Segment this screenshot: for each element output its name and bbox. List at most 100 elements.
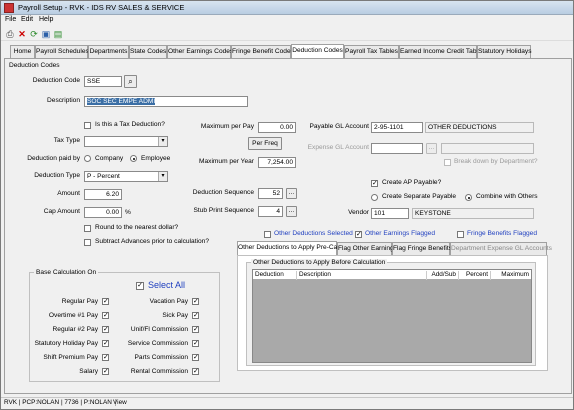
payable-gl-input[interactable]: 2-95-1101: [371, 122, 423, 133]
tab-payroll-schedules[interactable]: Payroll Schedules: [35, 45, 89, 58]
base-regular2-checkbox[interactable]: ✓: [102, 326, 109, 333]
base-parts-commission-checkbox[interactable]: ✓: [192, 354, 199, 361]
base-salary-checkbox[interactable]: ✓: [102, 368, 109, 375]
create-separate-radio[interactable]: [371, 194, 378, 201]
subtab-flag-fringe-benefits[interactable]: Flag Fringe Benefits: [392, 242, 452, 255]
base-regular2-label: Regular #2 Pay: [52, 326, 98, 333]
max-per-year-input[interactable]: 7,254.00: [258, 157, 296, 168]
max-per-year-label: Maximum per Year: [199, 158, 254, 165]
save-icon[interactable]: ▣: [41, 29, 51, 39]
status-session: RVK | PCP:NOLAN | 7736 | P:NOLAN: [4, 399, 116, 406]
employee-radio[interactable]: [130, 155, 137, 162]
deduction-sequence-button[interactable]: ...: [286, 188, 297, 199]
payable-gl-description: OTHER DEDUCTIONS: [425, 122, 534, 133]
pre-calc-group: Other Deductions to Apply Before Calcula…: [246, 259, 536, 366]
col-description[interactable]: Description: [297, 271, 427, 280]
pre-calc-grid[interactable]: Deduction Description Add/Sub Percent Ma…: [252, 269, 532, 363]
base-sick-checkbox[interactable]: ✓: [192, 312, 199, 319]
deduction-type-label: Deduction Type: [34, 172, 80, 179]
stub-print-button[interactable]: ...: [286, 206, 297, 217]
menu-file[interactable]: File: [5, 16, 16, 23]
subtract-advances-label: Subtract Advances prior to calculation?: [95, 238, 209, 245]
menu-edit[interactable]: Edit: [21, 16, 33, 23]
description-input[interactable]: SOC SEC EMPE ADMI: [84, 96, 248, 107]
base-overtime-checkbox[interactable]: ✓: [102, 312, 109, 319]
expense-gl-description: [441, 143, 534, 154]
deduction-sequence-input[interactable]: 52: [258, 188, 283, 199]
combine-label: Combine with Others: [476, 193, 538, 200]
tax-deduction-label: Is this a Tax Deduction?: [95, 121, 165, 128]
col-maximum[interactable]: Maximum: [491, 271, 531, 280]
title-bar: Payroll Setup - RVK - IDS RV SALES & SER…: [1, 1, 573, 15]
print-icon[interactable]: ⎙: [5, 29, 15, 39]
tab-earned-income-credit-table[interactable]: Earned Income Credit Table: [399, 45, 482, 58]
col-add-sub[interactable]: Add/Sub: [427, 271, 459, 280]
deduction-code-input[interactable]: SSE: [84, 76, 122, 87]
menu-bar: File Edit Help: [1, 15, 573, 26]
base-shift-premium-checkbox[interactable]: ✓: [102, 354, 109, 361]
base-service-commission-label: Service Commission: [127, 340, 188, 347]
col-percent[interactable]: Percent: [459, 271, 491, 280]
chevron-down-icon: ▾: [158, 172, 167, 181]
amount-label: Amount: [57, 190, 80, 197]
subtract-advances-checkbox[interactable]: [84, 239, 91, 246]
subtab-other-deductions[interactable]: Other Deductions to Apply Pre-Calc: [237, 241, 342, 255]
base-rental-commission-label: Rental Commission: [130, 368, 188, 375]
status-view[interactable]: View: [113, 399, 127, 406]
max-per-pay-input[interactable]: 0.00: [258, 122, 296, 133]
base-rental-commission-checkbox[interactable]: ✓: [192, 368, 199, 375]
base-stat-holiday-label: Statutory Holiday Pay: [34, 340, 98, 347]
lookup-search-icon[interactable]: ⌕: [124, 75, 137, 88]
col-deduction[interactable]: Deduction: [253, 271, 297, 280]
other-earnings-checkbox: ✓: [355, 231, 362, 238]
tab-state-codes[interactable]: State Codes: [129, 45, 167, 58]
create-ap-checkbox[interactable]: ✓: [371, 180, 378, 187]
round-label: Round to the nearest dollar?: [95, 224, 179, 231]
combine-radio[interactable]: [465, 194, 472, 201]
tab-deduction-codes[interactable]: Deduction Codes: [291, 44, 344, 58]
vendor-name: KEYSTONE: [412, 208, 534, 219]
cap-unit-label: %: [125, 209, 131, 216]
base-stat-holiday-checkbox[interactable]: ✓: [102, 340, 109, 347]
vendor-code-input[interactable]: 101: [371, 208, 409, 219]
other-deductions-checkbox: [264, 231, 271, 238]
cap-amount-input[interactable]: 0.00: [84, 207, 122, 218]
base-unif-commission-checkbox[interactable]: ✓: [192, 326, 199, 333]
deduction-type-select[interactable]: P - Percent ▾: [84, 171, 168, 182]
paid-by-label: Deduction paid by: [27, 155, 80, 162]
stub-print-input[interactable]: 4: [258, 206, 283, 217]
base-service-commission-checkbox[interactable]: ✓: [192, 340, 199, 347]
base-vacation-checkbox[interactable]: ✓: [192, 298, 199, 305]
tax-deduction-checkbox[interactable]: [84, 122, 91, 129]
company-radio[interactable]: [84, 155, 91, 162]
base-calc-group: Base Calculation On ✓ Select All Regular…: [29, 269, 220, 382]
menu-help[interactable]: Help: [39, 16, 53, 23]
subtab-department-expense-gl[interactable]: Department Expense GL Accounts: [450, 242, 552, 255]
delete-icon[interactable]: ✕: [17, 29, 27, 39]
tax-type-select[interactable]: ▾: [84, 136, 168, 147]
export-icon[interactable]: ▤: [53, 29, 63, 39]
tab-statutory-holidays[interactable]: Statutory Holidays: [477, 45, 532, 58]
select-all-checkbox[interactable]: ✓: [136, 282, 144, 290]
base-regular-pay-checkbox[interactable]: ✓: [102, 298, 109, 305]
expense-gl-lookup-button[interactable]: ...: [426, 143, 437, 154]
company-label: Company: [95, 155, 124, 162]
fringe-benefits-flag: Fringe Benefits Flagged: [467, 230, 538, 237]
stub-print-label: Stub Print Sequence: [193, 207, 254, 214]
expense-gl-input[interactable]: [371, 143, 423, 154]
break-down-label: Break down by Department?: [454, 158, 538, 165]
create-ap-label: Create AP Payable?: [382, 179, 442, 186]
refresh-icon[interactable]: ⟳: [29, 29, 39, 39]
break-down-checkbox[interactable]: [444, 159, 451, 166]
tab-other-earnings-codes[interactable]: Other Earnings Codes: [167, 45, 233, 58]
tab-payroll-tax-tables[interactable]: Payroll Tax Tables: [344, 45, 399, 58]
base-vacation-label: Vacation Pay: [149, 298, 188, 305]
tab-departments[interactable]: Departments: [88, 45, 129, 58]
tab-home[interactable]: Home: [10, 45, 35, 58]
base-parts-commission-label: Parts Commission: [134, 354, 189, 361]
amount-input[interactable]: 6.20: [84, 189, 122, 200]
subtab-flag-other-earnings[interactable]: Flag Other Earnings: [337, 242, 397, 255]
round-checkbox[interactable]: [84, 225, 91, 232]
per-freq-button[interactable]: Per Freq: [248, 137, 282, 150]
tab-fringe-benefit-codes[interactable]: Fringe Benefit Codes: [231, 45, 294, 58]
